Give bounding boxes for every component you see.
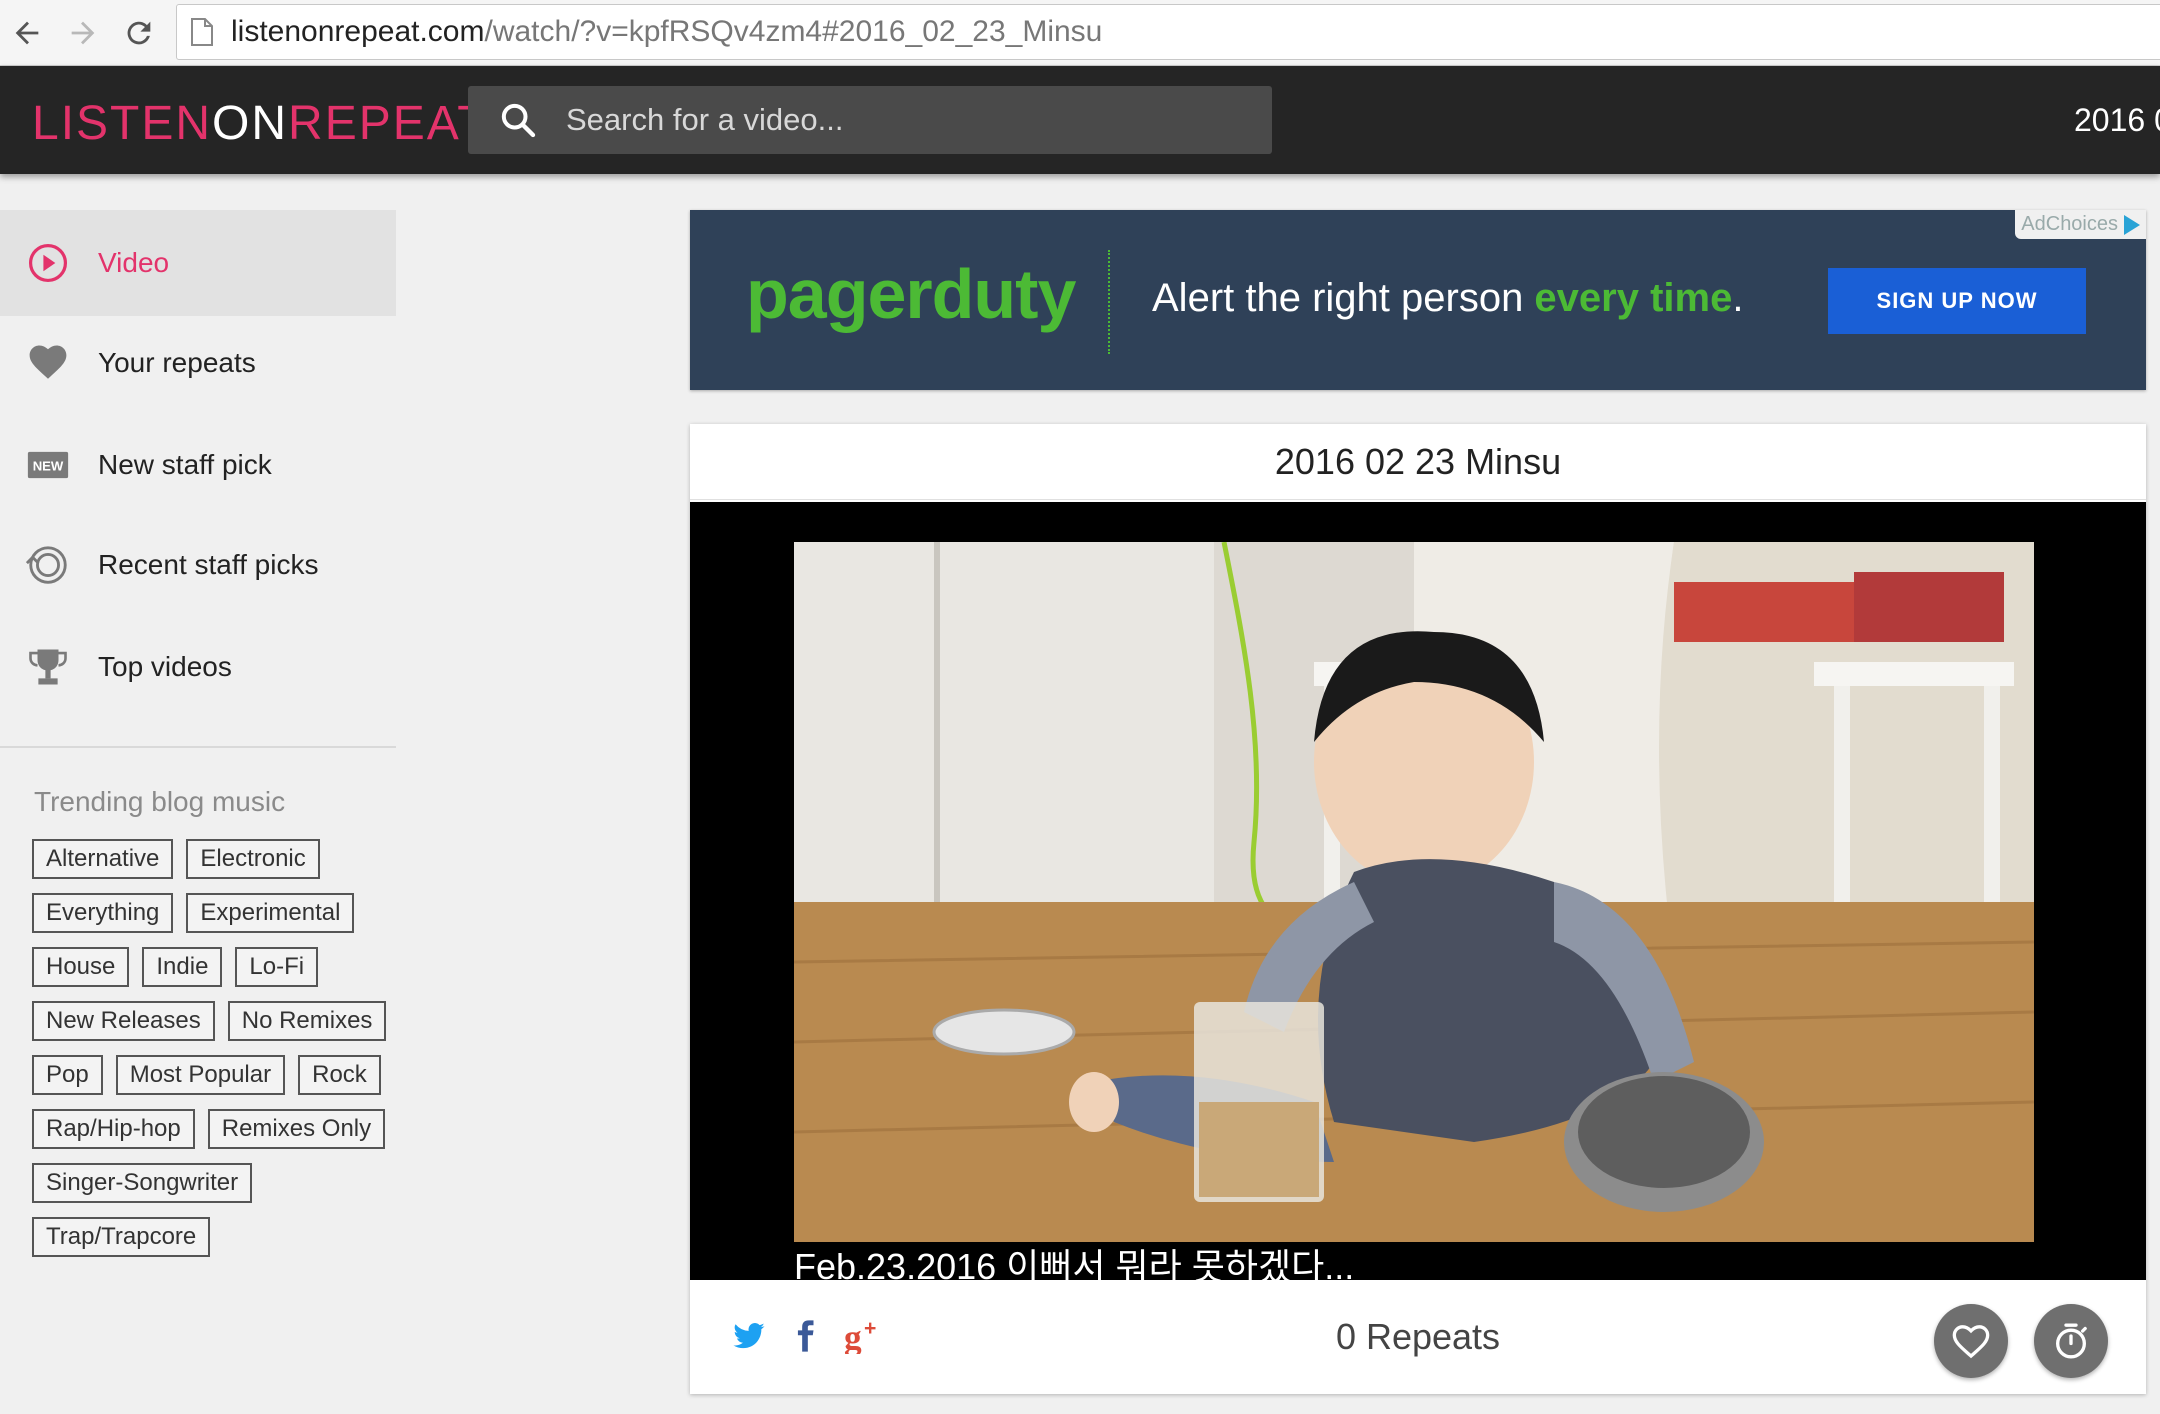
video-subtitle: Feb.23.2016 이뻐서 뭐라 못하겠다... [794,1246,1355,1280]
genre-tag[interactable]: Everything [32,893,174,933]
genre-tag[interactable]: No Remixes [227,1001,387,1041]
arrow-left-icon [15,21,39,45]
svg-text:g: g [844,1318,862,1354]
search-icon[interactable] [498,100,538,140]
video-card: 2016 02 23 Minsu Feb.23.2016 이뻐서 뭐라 못하겠다… [690,424,2146,1394]
genre-tag[interactable]: House [32,947,130,987]
reload-button[interactable] [114,8,164,58]
adchoices-icon [2124,214,2140,235]
video-footer: 0 Repeats g + [690,1280,2146,1394]
header-video-title: 2016 0 [2074,102,2160,138]
heart-outline-icon [1952,1325,1990,1359]
sidebar-item-label: Video [98,247,170,278]
sidebar-item-label: Your repeats [98,347,256,378]
history-icon [24,541,72,589]
share-links: g + [732,1318,906,1354]
browser-toolbar: listenonrepeat.com/watch/?v=kpfRSQv4zm4#… [0,0,2160,66]
video-player[interactable]: Feb.23.2016 이뻐서 뭐라 못하겠다... [690,502,2146,1280]
genre-tag[interactable]: Lo-Fi [235,947,319,987]
sidebar-item-top-videos[interactable]: Top videos [0,614,396,720]
reload-icon [127,21,151,45]
repeat-count: 0 Repeats [1335,1316,1501,1357]
genre-tag[interactable]: Singer-Songwriter [32,1163,253,1203]
url-text: listenonrepeat.com/watch/?v=kpfRSQv4zm4#… [231,15,1103,48]
ad-brand-logo: pagerduty [746,255,1076,333]
ad-divider [1108,250,1110,354]
genre-tag[interactable]: Indie [142,947,223,987]
video-frame[interactable] [794,542,2034,1242]
sidebar-item-label: Recent staff picks [98,549,319,580]
genre-tag[interactable]: Remixes Only [207,1109,386,1149]
trophy-icon [24,643,72,691]
adchoices-link[interactable]: AdChoices [2015,210,2146,239]
facebook-icon[interactable] [788,1318,822,1354]
twitter-icon[interactable] [732,1319,766,1353]
site-header: LISTENONREPEAT 2016 0 [0,66,2160,174]
ad-banner[interactable]: AdChoices pagerduty Alert the right pers… [690,210,2146,390]
page-icon [191,18,213,46]
stopwatch-icon [2056,1323,2087,1359]
forward-button[interactable] [58,8,108,58]
svg-text:NEW: NEW [33,458,64,473]
sidebar-item-video[interactable]: Video [0,210,396,316]
google-plus-icon[interactable]: g + [844,1318,884,1354]
sidebar: Video Your repeats NEW New staff pick Re… [0,174,400,1414]
sidebar-divider [0,746,396,748]
svg-text:+: + [864,1318,876,1340]
ad-signup-button[interactable]: SIGN UP NOW [1828,268,2086,334]
genre-tag[interactable]: Pop [32,1055,103,1095]
sidebar-item-new-staff-pick[interactable]: NEW New staff pick [0,412,396,518]
genre-tag[interactable]: New Releases [32,1001,215,1041]
play-circle-icon [24,239,72,287]
video-title: 2016 02 23 Minsu [690,424,2146,500]
genre-tag[interactable]: Rock [298,1055,381,1095]
genre-tag[interactable]: Electronic [186,839,320,879]
address-bar[interactable]: listenonrepeat.com/watch/?v=kpfRSQv4zm4#… [176,4,2160,60]
sidebar-item-your-repeats[interactable]: Your repeats [0,310,396,416]
genre-tags: Alternative Electronic Everything Experi… [32,839,392,1271]
sidebar-item-recent-staff-picks[interactable]: Recent staff picks [0,512,396,618]
ad-headline: Alert the right person every time. [1152,276,1744,320]
favorite-button[interactable] [1934,1304,2008,1378]
trending-heading: Trending blog music [34,786,286,817]
site-logo[interactable]: LISTENONREPEAT [32,96,489,151]
video-still-image [794,542,2034,1242]
heart-icon [24,339,72,387]
genre-tag[interactable]: Alternative [32,839,174,879]
genre-tag[interactable]: Experimental [186,893,355,933]
genre-tag[interactable]: Most Popular [115,1055,286,1095]
arrow-right-icon [71,21,95,45]
genre-tag[interactable]: Trap/Trapcore [32,1217,211,1257]
search-box[interactable] [468,86,1272,154]
sidebar-item-label: New staff pick [98,449,272,480]
genre-tag[interactable]: Rap/Hip-hop [32,1109,195,1149]
new-badge-icon: NEW [24,441,72,489]
search-input[interactable] [564,101,1244,139]
back-button[interactable] [2,8,52,58]
sidebar-item-label: Top videos [98,651,232,682]
timer-button[interactable] [2034,1304,2108,1378]
